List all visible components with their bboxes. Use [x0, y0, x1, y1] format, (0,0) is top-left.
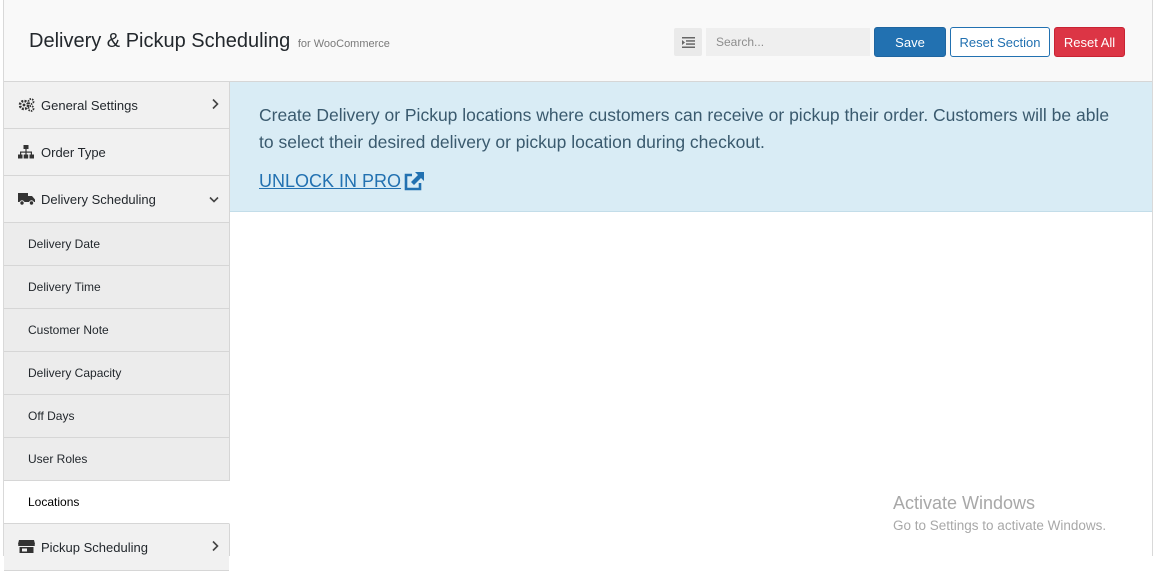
chevron-down-icon — [209, 192, 219, 207]
store-icon — [18, 540, 36, 554]
notice-text: Create Delivery or Pickup locations wher… — [259, 105, 1110, 152]
page-subtitle: for WooCommerce — [297, 38, 390, 50]
list-indent-icon — [681, 36, 695, 48]
search-input[interactable] — [706, 28, 870, 56]
sidebar-item-order-type[interactable]: Order Type — [4, 129, 229, 176]
truck-icon — [18, 192, 36, 206]
external-link-icon — [404, 172, 425, 191]
unlock-pro-label: UNLOCK IN PRO — [259, 171, 402, 191]
sidebar-subitem-delivery-date[interactable]: Delivery Date — [4, 223, 229, 266]
reset-section-button[interactable]: Reset Section — [950, 27, 1050, 57]
sidebar-item-pickup-scheduling[interactable]: Pickup Scheduling — [4, 524, 229, 571]
sidebar-subitem-customer-note[interactable]: Customer Note — [4, 309, 229, 352]
sidebar-nav: General Settings Order Type Delivery Sch… — [4, 82, 230, 571]
sidebar-item-delivery-scheduling[interactable]: Delivery Scheduling — [4, 176, 229, 223]
activate-windows-title: Activate Windows — [893, 493, 1036, 513]
settings-panel: Delivery & Pickup Scheduling for WooComm… — [3, 0, 1153, 571]
unlock-pro-link[interactable]: UNLOCK IN PRO — [259, 171, 425, 192]
sidebar-subitem-locations[interactable]: Locations — [4, 481, 230, 524]
save-button[interactable]: Save — [874, 27, 946, 57]
chevron-right-icon — [212, 98, 219, 113]
page-title: Delivery & Pickup Scheduling for WooComm… — [29, 30, 390, 53]
sidebar-subitem-off-days[interactable]: Off Days — [4, 395, 229, 438]
reset-all-button[interactable]: Reset All — [1054, 27, 1125, 57]
sidebar-item-label: Order Type — [41, 144, 106, 160]
main-content: Create Delivery or Pickup locations wher… — [230, 82, 1152, 556]
header-bar: Delivery & Pickup Scheduling for WooComm… — [4, 0, 1152, 82]
sidebar-item-general-settings[interactable]: General Settings — [4, 82, 229, 129]
expand-toggle-button[interactable] — [674, 28, 702, 56]
pro-notice: Create Delivery or Pickup locations wher… — [230, 82, 1152, 212]
sidebar-item-label: Delivery Scheduling — [41, 191, 156, 207]
sitemap-icon — [18, 145, 36, 159]
chevron-right-icon — [212, 540, 219, 555]
activate-windows-subtitle: Go to Settings to activate Windows. — [893, 518, 1107, 533]
sidebar-subitem-user-roles[interactable]: User Roles — [4, 438, 229, 481]
sidebar-subitem-delivery-time[interactable]: Delivery Time — [4, 266, 229, 309]
page-title-text: Delivery & Pickup Scheduling — [29, 30, 291, 52]
cogs-icon — [18, 98, 36, 112]
sidebar-item-label: Pickup Scheduling — [41, 539, 148, 555]
sidebar-subitem-delivery-capacity[interactable]: Delivery Capacity — [4, 352, 229, 395]
sidebar-item-label: General Settings — [41, 97, 138, 113]
